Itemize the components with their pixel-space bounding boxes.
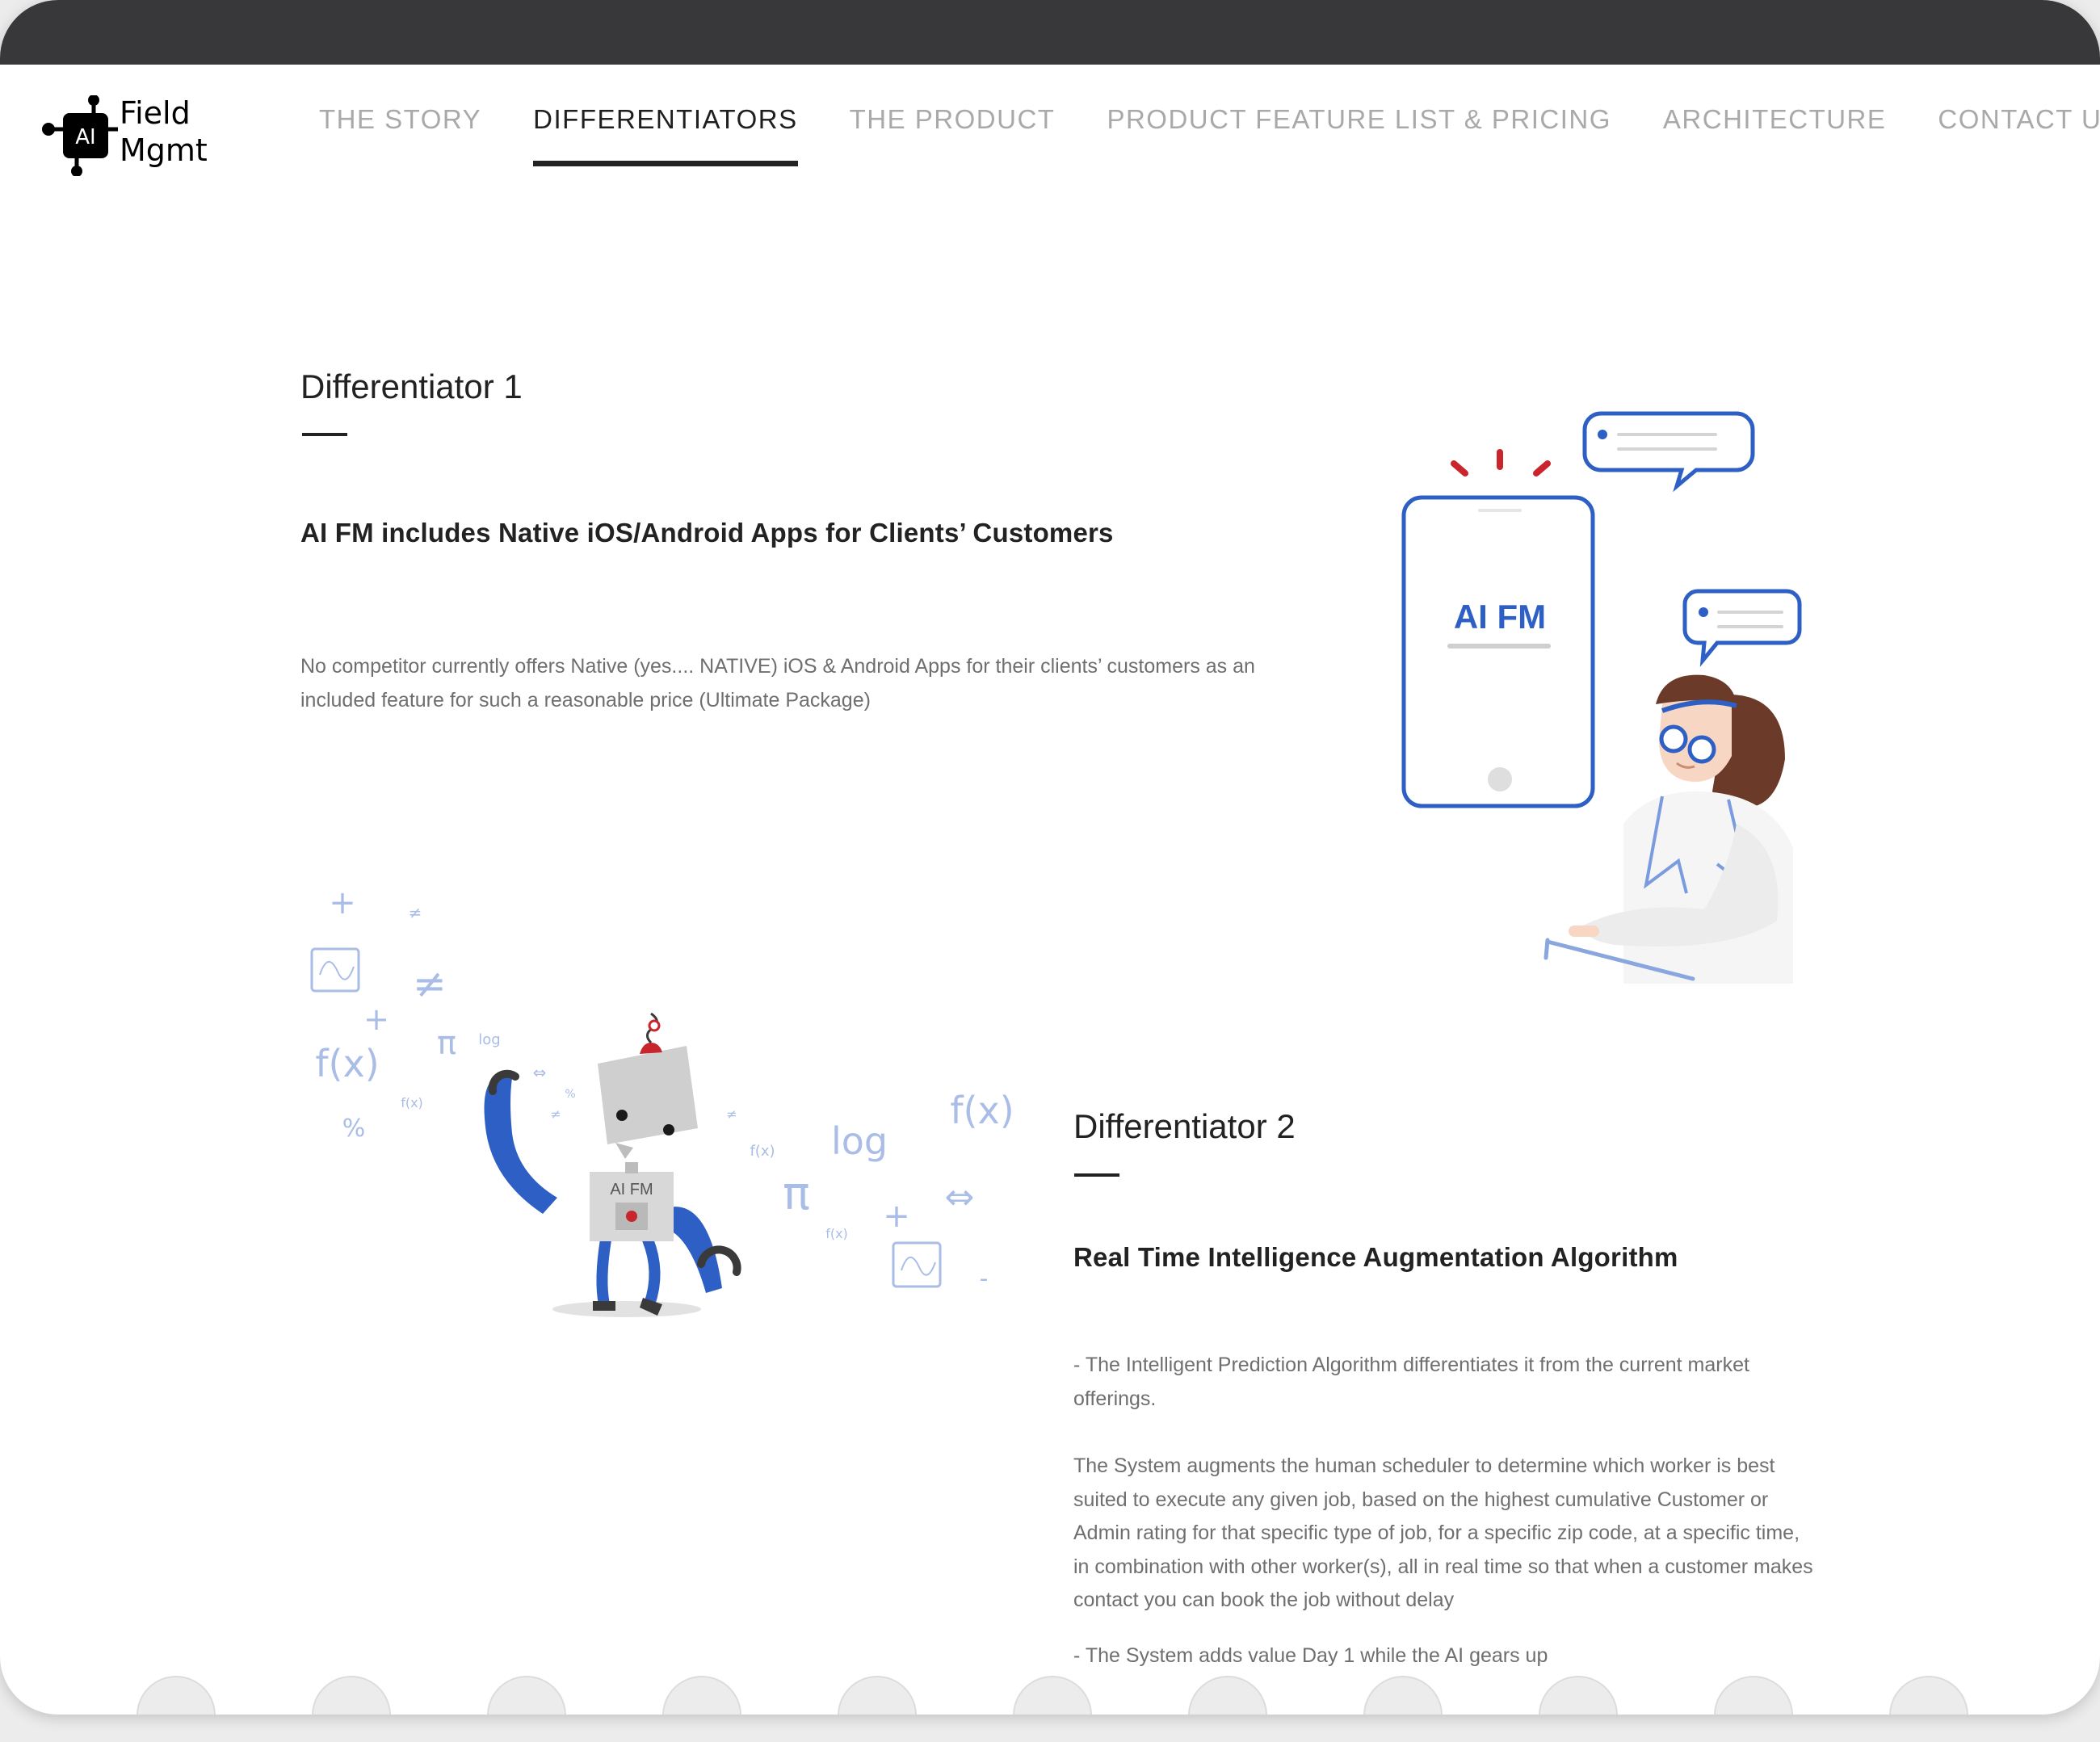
alert-rays-icon: [1451, 449, 1551, 476]
nav-item-contact-us[interactable]: CONTACT US: [1938, 106, 2100, 166]
log-symbol: log: [831, 1119, 888, 1163]
main-nav: THE STORY DIFFERENTIATORS THE PRODUCT PR…: [319, 106, 2100, 166]
not-equal-symbol-tiny: ≠: [550, 1106, 561, 1122]
nav-item-differentiators[interactable]: DIFFERENTIATORS: [533, 106, 799, 166]
differentiator-2-title: Differentiator 2: [1073, 1107, 1296, 1145]
nav-item-feature-list-pricing[interactable]: PRODUCT FEATURE LIST & PRICING: [1107, 106, 1611, 166]
not-equal-symbol: ≠: [413, 960, 447, 1007]
robot-math-illustration: + ≠ ≠ + π log f(x) ⇔ f(x) % ≠ % ≠ f(x) l…: [310, 884, 1014, 1317]
differentiator-1-title: Differentiator 1: [300, 367, 523, 405]
pi-symbol-large: π: [783, 1168, 810, 1220]
nav-item-the-product[interactable]: THE PRODUCT: [850, 106, 1056, 166]
fx-symbol-small: f(x): [750, 1143, 775, 1160]
nav-item-the-story[interactable]: THE STORY: [319, 106, 481, 166]
page-bottom-scallop-edge: [136, 1676, 1968, 1715]
robot-figure: AI FM: [484, 1012, 741, 1317]
differentiator-2-rule: [1074, 1173, 1119, 1177]
speech-bubble-small-icon: [1682, 589, 1802, 667]
logo-badge-text: AI: [75, 125, 95, 149]
robot-chest-label: AI FM: [610, 1181, 653, 1198]
percent-symbol: %: [342, 1114, 366, 1143]
logo-text-mgmt: Mgmt: [120, 132, 208, 168]
window-titlebar: [0, 0, 2100, 65]
plus-symbol-3: +: [883, 1198, 910, 1235]
fx-symbol: f(x): [315, 1042, 379, 1085]
logo-circuit-icon: AI: [42, 95, 118, 176]
not-equal-symbol-right: ≠: [726, 1106, 737, 1122]
differentiator-1-rule: [302, 433, 347, 436]
speech-bubble-icon: [1582, 411, 1755, 493]
phone-label: AI FM: [1454, 598, 1546, 636]
graph-card-icon: [310, 947, 360, 993]
fx-symbol-tiny-2: f(x): [825, 1226, 848, 1241]
fx-symbol-tiny: f(x): [401, 1095, 423, 1110]
differentiator-2-subtitle: Real Time Intelligence Augmentation Algo…: [1073, 1242, 1678, 1272]
arrows-symbol: ⇔: [945, 1177, 975, 1218]
phone-icon: AI FM: [1401, 495, 1595, 808]
site-header: AI Field Mgmt THE STORY DIFFERENTIATORS …: [0, 65, 2100, 186]
phone-scientist-illustration: AI FM: [1401, 411, 1802, 984]
plus-symbol-2: +: [363, 1001, 389, 1037]
differentiator-2-para-1: - The Intelligent Prediction Algorithm d…: [1073, 1354, 1749, 1410]
arrows-symbol-small: ⇔: [533, 1063, 547, 1082]
differentiator-1-body: No competitor currently offers Native (y…: [300, 655, 1255, 711]
nav-item-architecture[interactable]: ARCHITECTURE: [1663, 106, 1887, 166]
browser-window: AI Field Mgmt THE STORY DIFFERENTIATORS …: [0, 0, 2100, 1715]
log-symbol-small: log: [478, 1031, 500, 1048]
fx-symbol-right: f(x): [950, 1089, 1014, 1132]
pi-symbol: π: [437, 1025, 456, 1062]
minus-symbol: -: [980, 1265, 989, 1293]
logo-text-field: Field: [120, 95, 191, 131]
not-equal-symbol-small: ≠: [409, 903, 422, 922]
plus-symbol: +: [329, 884, 356, 921]
site-logo[interactable]: AI Field Mgmt: [40, 95, 242, 176]
percent-symbol-tiny: %: [565, 1088, 575, 1101]
differentiator-2-para-2: The System augments the human scheduler …: [1073, 1454, 1813, 1611]
differentiator-1-subtitle: AI FM includes Native iOS/Android Apps f…: [300, 518, 1114, 548]
graph-card-icon-2: [892, 1241, 942, 1288]
